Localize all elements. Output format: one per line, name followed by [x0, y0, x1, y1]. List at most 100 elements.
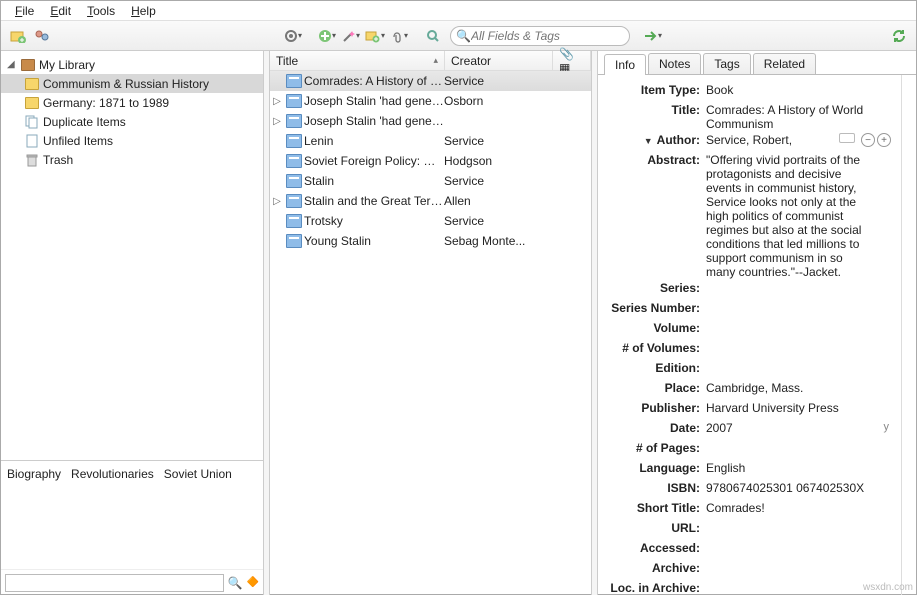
tree-label: Trash	[43, 153, 73, 167]
field-label: Accessed:	[598, 541, 706, 555]
column-headers: Title▴ Creator 📎 ▦	[270, 51, 591, 71]
name-mode-toggle[interactable]	[839, 133, 855, 143]
field-row: # of Pages:	[598, 441, 895, 459]
add-author-button[interactable]: +	[877, 133, 891, 147]
tab-info[interactable]: Info	[604, 54, 646, 75]
field-label: Series Number:	[598, 301, 706, 315]
chevron-down-icon[interactable]: ◢	[7, 59, 17, 70]
new-collection-button[interactable]	[7, 25, 29, 47]
library-icon	[21, 59, 35, 71]
actions-gear-button[interactable]: ▾	[282, 25, 304, 47]
field-label: Language:	[598, 461, 706, 475]
menu-edit[interactable]: Edit	[42, 2, 79, 20]
col-attachments[interactable]: 📎 ▦	[553, 51, 591, 70]
table-row[interactable]: Young Stalin Sebag Monte...	[270, 231, 591, 251]
new-subcollection-button[interactable]: ▾	[364, 25, 386, 47]
field-label: Publisher:	[598, 401, 706, 415]
tree-trash[interactable]: Trash	[1, 150, 263, 169]
field-value[interactable]: Harvard University Press	[706, 401, 895, 415]
table-row[interactable]: ▷ Joseph Stalin 'had generati...	[270, 111, 591, 131]
wand-button[interactable]: ▾	[340, 25, 362, 47]
metadata-fields: Item Type:Book Title:Comrades: A History …	[598, 75, 901, 595]
table-row[interactable]: ▷ Joseph Stalin 'had generati... Osborn	[270, 91, 591, 111]
field-value[interactable]: Cambridge, Mass.	[706, 381, 895, 395]
field-value[interactable]: 2007	[706, 421, 895, 435]
col-title[interactable]: Title▴	[270, 51, 445, 70]
cell-title: Comrades: A History of W...	[304, 74, 444, 88]
field-value[interactable]: Comrades!	[706, 501, 895, 515]
book-icon	[286, 234, 302, 248]
menubar: File Edit Tools Help	[1, 1, 916, 21]
tag-selector: Biography Revolutionaries Soviet Union 🔍…	[1, 460, 263, 595]
field-value[interactable]: 9780674025301 067402530X	[706, 481, 895, 495]
tree-duplicate-items[interactable]: Duplicate Items	[1, 112, 263, 131]
chevron-down-icon[interactable]: ▼	[644, 136, 653, 146]
toolbar: ▾ ▾ ▾ ▾ ▾ 🔍 ▾	[1, 21, 916, 51]
expand-toggle[interactable]: ▷	[270, 196, 284, 207]
field-value[interactable]: English	[706, 461, 895, 475]
cell-creator: Allen	[444, 194, 591, 208]
field-row: Item Type:Book	[598, 83, 895, 101]
table-row[interactable]: Stalin Service	[270, 171, 591, 191]
field-label: Date:	[598, 421, 706, 435]
cell-creator: Service	[444, 174, 591, 188]
table-row[interactable]: ▷ Stalin and the Great Terror... Allen	[270, 191, 591, 211]
field-row: Date:2007y	[598, 421, 895, 439]
field-value[interactable]: Book	[706, 83, 895, 97]
field-row: # of Volumes:	[598, 341, 895, 359]
book-icon	[286, 214, 302, 228]
tree-collection[interactable]: Communism & Russian History	[1, 74, 263, 93]
field-label: ISBN:	[598, 481, 706, 495]
menu-help[interactable]: Help	[123, 2, 164, 20]
field-row: Abstract:"Offering vivid portraits of th…	[598, 153, 895, 279]
tree-label: Duplicate Items	[43, 115, 126, 129]
tree-unfiled-items[interactable]: Unfiled Items	[1, 131, 263, 150]
duplicate-icon	[25, 115, 39, 129]
field-row: Language:English	[598, 461, 895, 479]
menu-file[interactable]: File	[7, 2, 42, 20]
cell-title: Lenin	[304, 134, 444, 148]
library-tree[interactable]: ◢ My Library Communism & Russian History…	[1, 51, 263, 460]
new-group-button[interactable]	[31, 25, 53, 47]
table-row[interactable]: Comrades: A History of W... Service	[270, 71, 591, 91]
cell-creator: Service	[444, 214, 591, 228]
scrollbar[interactable]	[901, 75, 916, 595]
color-swatch-icon[interactable]: 🔶	[247, 577, 259, 588]
table-row[interactable]: Soviet Foreign Policy: Men... Hodgson	[270, 151, 591, 171]
remove-author-button[interactable]: −	[861, 133, 875, 147]
col-creator[interactable]: Creator	[445, 51, 553, 70]
tag-item[interactable]: Soviet Union	[164, 467, 232, 481]
tab-tags[interactable]: Tags	[703, 53, 750, 74]
field-value[interactable]: "Offering vivid portraits of the protago…	[706, 153, 895, 279]
menu-tools[interactable]: Tools	[79, 2, 123, 20]
locate-button[interactable]: ▾	[642, 25, 664, 47]
tag-filter-input[interactable]	[5, 574, 224, 592]
field-row: Volume:	[598, 321, 895, 339]
field-value[interactable]: Comrades: A History of World Communism	[706, 103, 895, 131]
cell-creator: Sebag Monte...	[444, 234, 591, 248]
expand-toggle[interactable]: ▷	[270, 96, 284, 107]
table-row[interactable]: Trotsky Service	[270, 211, 591, 231]
table-row[interactable]: Lenin Service	[270, 131, 591, 151]
tree-collection[interactable]: Germany: 1871 to 1989	[1, 93, 263, 112]
tab-notes[interactable]: Notes	[648, 53, 701, 74]
field-label: Edition:	[598, 361, 706, 375]
item-pane: Info Notes Tags Related Item Type:Book Ti…	[598, 51, 916, 595]
search-field-icon: 🔍	[456, 29, 471, 43]
book-icon	[286, 134, 302, 148]
sync-button[interactable]	[888, 25, 910, 47]
search-icon[interactable]: 🔍	[228, 576, 243, 590]
new-item-button[interactable]: ▾	[316, 25, 338, 47]
tag-item[interactable]: Biography	[7, 467, 61, 481]
search-input[interactable]	[450, 26, 630, 46]
expand-toggle[interactable]: ▷	[270, 116, 284, 127]
tab-related[interactable]: Related	[753, 53, 816, 74]
watermark: wsxdn.com	[863, 582, 913, 593]
tree-my-library[interactable]: ◢ My Library	[1, 55, 263, 74]
item-tabs: Info Notes Tags Related	[598, 51, 916, 75]
field-row: Title:Comrades: A History of World Commu…	[598, 103, 895, 131]
tag-item[interactable]: Revolutionaries	[71, 467, 154, 481]
attach-button[interactable]: ▾	[388, 25, 410, 47]
field-row: ISBN:9780674025301 067402530X	[598, 481, 895, 499]
advanced-search-button[interactable]	[422, 25, 444, 47]
